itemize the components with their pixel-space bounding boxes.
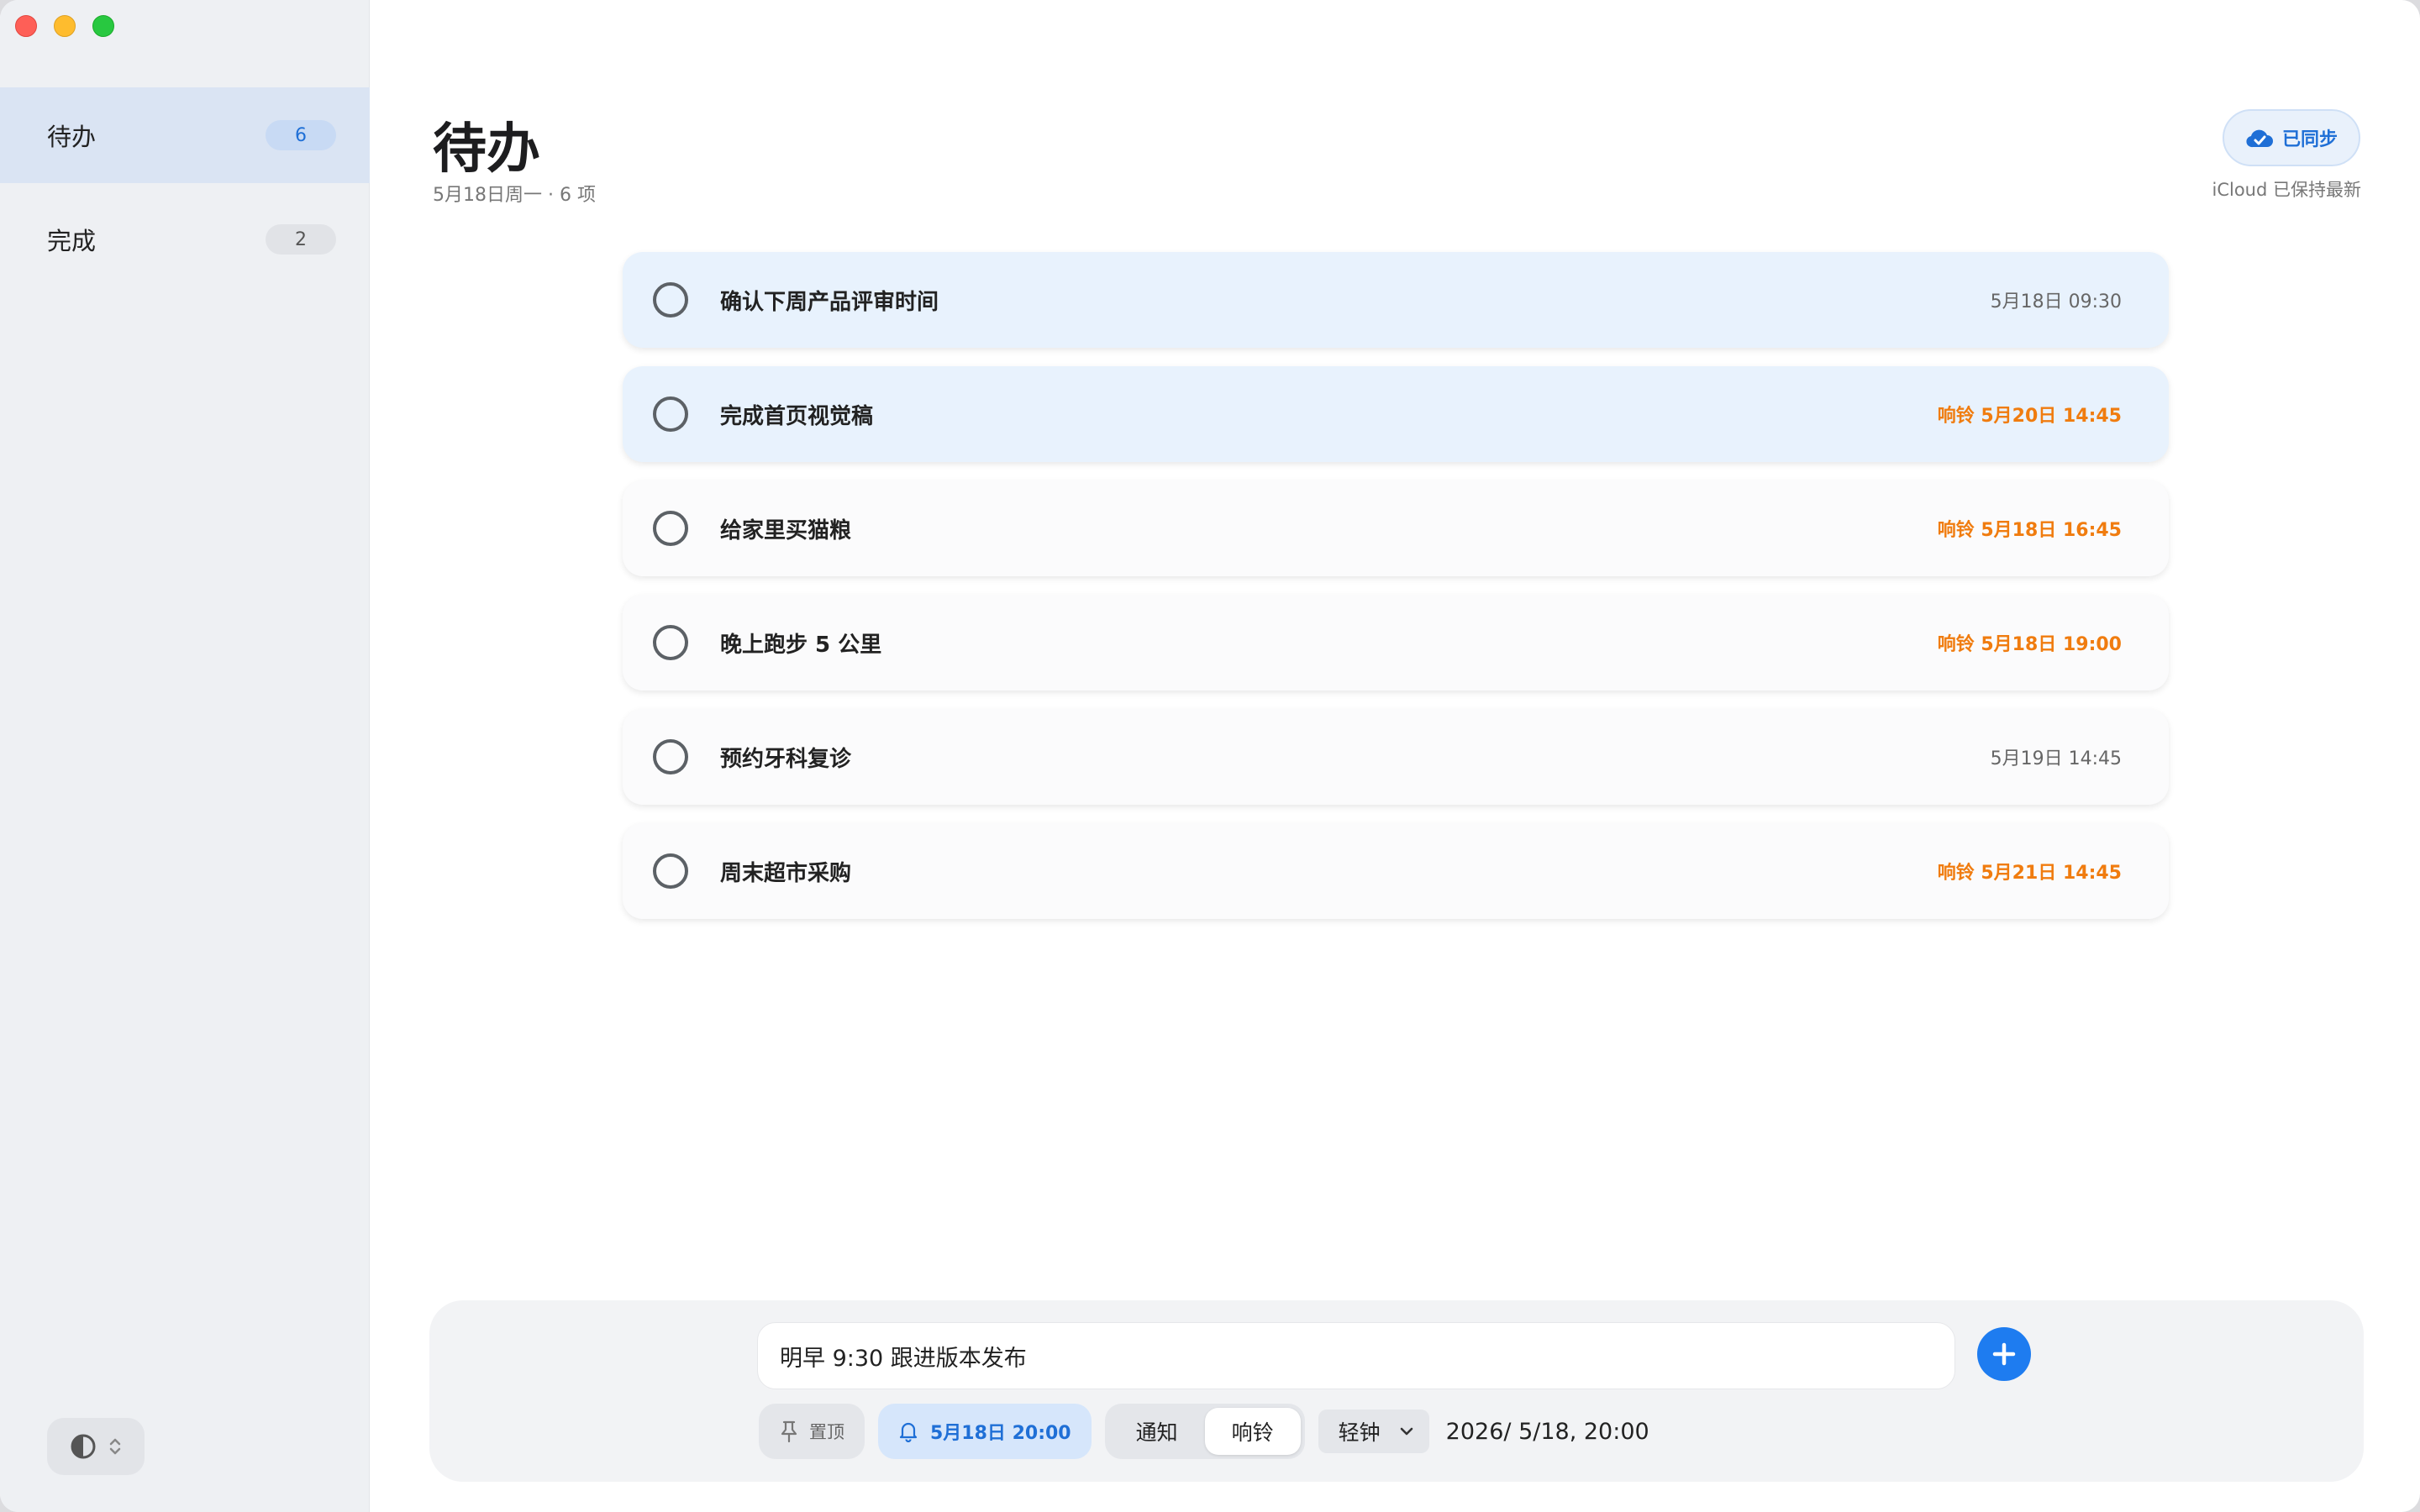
sidebar-item-label: 待办 <box>47 123 97 151</box>
task-alarm-time: 响铃 5月18日 19:00 <box>1937 634 2122 655</box>
task-title: 确认下周产品评审时间 <box>720 289 939 315</box>
app-window: 待办 6 完成 2 待办 5月18日周一 · 6 项 已同步 iCloud 已保… <box>0 0 2420 1512</box>
reminder-time-button[interactable]: 5月18日 20:00 <box>878 1404 1092 1459</box>
sidebar-item-done[interactable]: 完成 2 <box>0 192 370 287</box>
new-task-input-container <box>757 1322 1955 1389</box>
task-checkbox[interactable] <box>653 511 688 546</box>
sidebar-item-count: 6 <box>266 120 336 150</box>
task-alarm-time: 响铃 5月20日 14:45 <box>1937 406 2122 427</box>
task-item[interactable]: 完成首页视觉稿 响铃 5月20日 14:45 <box>623 366 2169 462</box>
sync-status-button[interactable]: 已同步 <box>2223 109 2360 166</box>
task-due-time: 5月18日 09:30 <box>1990 291 2122 312</box>
reminder-datetime-field[interactable]: 2026/ 5/18, 20:00 <box>1446 1419 1649 1445</box>
sound-select-value: 轻钟 <box>1338 1420 1381 1445</box>
sidebar-item-todo[interactable]: 待办 6 <box>0 87 370 183</box>
sync-note: iCloud 已保持最新 <box>2212 180 2362 200</box>
sound-select[interactable]: 轻钟 <box>1318 1410 1429 1453</box>
close-window-button[interactable] <box>15 15 37 37</box>
page-subtitle: 5月18日周一 · 6 项 <box>433 185 596 206</box>
pin-label: 置顶 <box>809 1422 844 1442</box>
reminder-time-label: 5月18日 20:00 <box>930 1423 1071 1444</box>
task-checkbox[interactable] <box>653 625 688 660</box>
sidebar: 待办 6 完成 2 <box>0 0 370 1512</box>
plus-icon <box>1992 1342 2016 1366</box>
main-content: 待办 5月18日周一 · 6 项 已同步 iCloud 已保持最新 确认下周产品… <box>371 0 2420 1512</box>
task-list: 确认下周产品评审时间 5月18日 09:30 完成首页视觉稿 响铃 5月20日 … <box>623 252 2169 937</box>
task-alarm-time: 响铃 5月18日 16:45 <box>1937 520 2122 541</box>
task-title: 给家里买猫粮 <box>720 517 852 543</box>
task-item[interactable]: 预约牙科复诊 5月19日 14:45 <box>623 709 2169 805</box>
zoom-window-button[interactable] <box>92 15 114 37</box>
new-task-composer: 置顶 5月18日 20:00 通知 响铃 轻钟 <box>429 1300 2364 1482</box>
window-controls <box>15 15 114 37</box>
task-options-bar: 置顶 5月18日 20:00 通知 响铃 轻钟 2026/ 5/18, 20:0… <box>759 1403 1649 1460</box>
appearance-toggle-button[interactable] <box>47 1418 145 1475</box>
task-title: 完成首页视觉稿 <box>720 403 874 429</box>
bell-icon <box>899 1422 918 1442</box>
task-checkbox[interactable] <box>653 396 688 432</box>
task-due-time: 5月19日 14:45 <box>1990 748 2122 769</box>
minimize-window-button[interactable] <box>54 15 76 37</box>
page-title: 待办 <box>433 118 540 181</box>
task-title: 预约牙科复诊 <box>720 746 852 772</box>
cloud-check-icon <box>2246 129 2273 148</box>
chevron-down-icon <box>1400 1427 1413 1436</box>
task-item[interactable]: 给家里买猫粮 响铃 5月18日 16:45 <box>623 480 2169 576</box>
pin-icon <box>781 1420 797 1443</box>
task-checkbox[interactable] <box>653 739 688 774</box>
segment-notify[interactable]: 通知 <box>1109 1408 1205 1455</box>
task-item[interactable]: 晚上跑步 5 公里 响铃 5月18日 19:00 <box>623 595 2169 690</box>
task-title: 周末超市采购 <box>720 860 852 886</box>
task-title: 晚上跑步 5 公里 <box>720 632 882 658</box>
contrast-icon <box>71 1434 96 1459</box>
task-item[interactable]: 周末超市采购 响铃 5月21日 14:45 <box>623 823 2169 919</box>
add-task-button[interactable] <box>1977 1327 2031 1381</box>
task-checkbox[interactable] <box>653 853 688 889</box>
pin-button[interactable]: 置顶 <box>759 1404 865 1459</box>
task-alarm-time: 响铃 5月21日 14:45 <box>1937 863 2122 884</box>
task-checkbox[interactable] <box>653 282 688 318</box>
segment-ring[interactable]: 响铃 <box>1204 1408 1301 1455</box>
sidebar-item-label: 完成 <box>47 227 97 255</box>
reminder-type-segmented-control: 通知 响铃 <box>1104 1404 1305 1459</box>
new-task-input[interactable] <box>780 1342 1933 1369</box>
task-item[interactable]: 确认下周产品评审时间 5月18日 09:30 <box>623 252 2169 348</box>
sync-status-label: 已同步 <box>2281 129 2338 150</box>
sidebar-item-count: 2 <box>266 224 336 255</box>
chevron-up-down-icon <box>109 1438 121 1455</box>
